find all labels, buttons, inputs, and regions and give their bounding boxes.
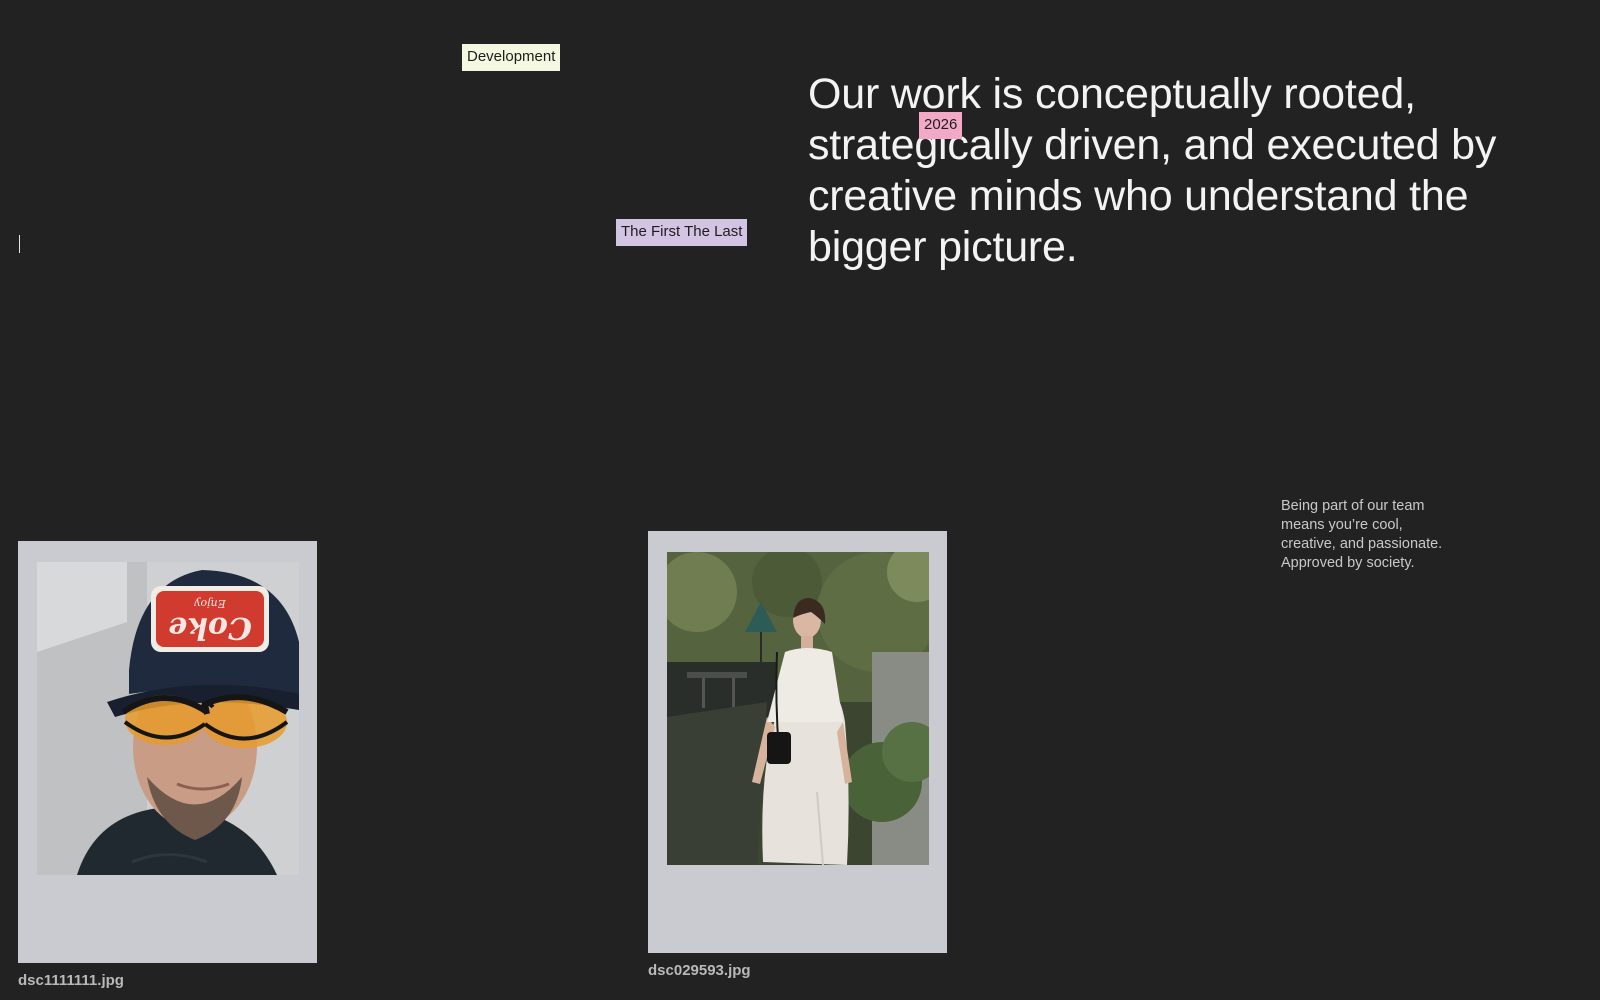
polaroid-photo-2[interactable]	[648, 531, 947, 953]
portrait-woman-photo	[667, 552, 929, 865]
hero-headline: Our work is conceptually rooted, strateg…	[808, 70, 1497, 271]
tag-project-title[interactable]: The First The Last	[616, 219, 748, 246]
polaroid-photo-1[interactable]: Enjoy Coke	[18, 541, 317, 963]
portrait-woman-image	[667, 552, 929, 865]
team-blurb-line: means you’re cool,	[1281, 517, 1403, 533]
portrait-man-photo: Enjoy Coke	[37, 562, 299, 875]
team-blurb-line: Approved by society.	[1281, 555, 1415, 571]
cap-logo-brand: Coke	[168, 610, 252, 645]
tag-year[interactable]: 2026	[919, 112, 963, 139]
cap-logo-text: Enjoy	[194, 597, 227, 610]
tag-development[interactable]: Development	[462, 44, 561, 71]
team-blurb-line: creative, and passionate.	[1281, 536, 1443, 552]
team-blurb-line: Being part of our team	[1281, 498, 1425, 514]
text-cursor	[19, 235, 20, 253]
photo-filename-1[interactable]: dsc1111111.jpg	[18, 972, 124, 990]
page-canvas: Development 2026 The First The Last Our …	[0, 0, 1600, 1000]
portrait-man-image: Enjoy Coke	[37, 562, 299, 875]
team-blurb: Being part of our team means you’re cool…	[1281, 497, 1481, 573]
photo-filename-2[interactable]: dsc029593.jpg	[648, 962, 751, 980]
